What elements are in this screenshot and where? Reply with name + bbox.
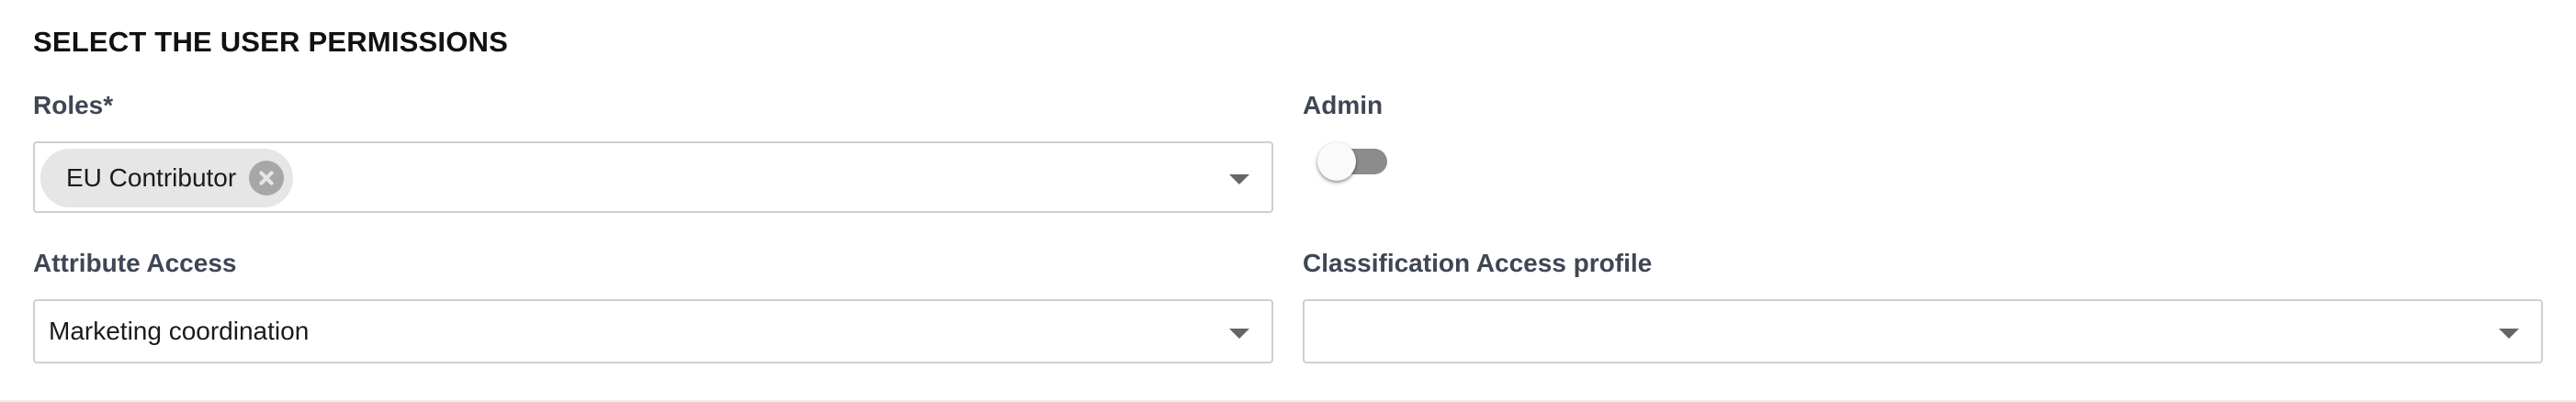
role-chip: EU Contributor (40, 149, 294, 207)
chevron-down-icon[interactable] (2499, 329, 2519, 339)
toggle-thumb (1317, 142, 1356, 181)
role-chip-label: EU Contributor (66, 163, 237, 192)
chevron-down-icon[interactable] (1229, 174, 1249, 184)
admin-label: Admin (1303, 91, 1384, 119)
roles-select[interactable]: EU Contributor (33, 141, 1273, 213)
close-circle-icon[interactable] (249, 161, 285, 195)
section-title: SELECT THE USER PERMISSIONS (33, 26, 508, 58)
classification-access-select[interactable] (1303, 299, 2543, 363)
attribute-access-label: Attribute Access (33, 249, 237, 277)
chevron-down-icon[interactable] (1229, 329, 1249, 339)
attribute-access-select[interactable]: Marketing coordination (33, 299, 1273, 363)
admin-toggle[interactable] (1317, 142, 1387, 181)
attribute-access-value: Marketing coordination (49, 317, 310, 345)
classification-access-label: Classification Access profile (1303, 249, 1653, 277)
roles-label: Roles* (33, 91, 114, 119)
